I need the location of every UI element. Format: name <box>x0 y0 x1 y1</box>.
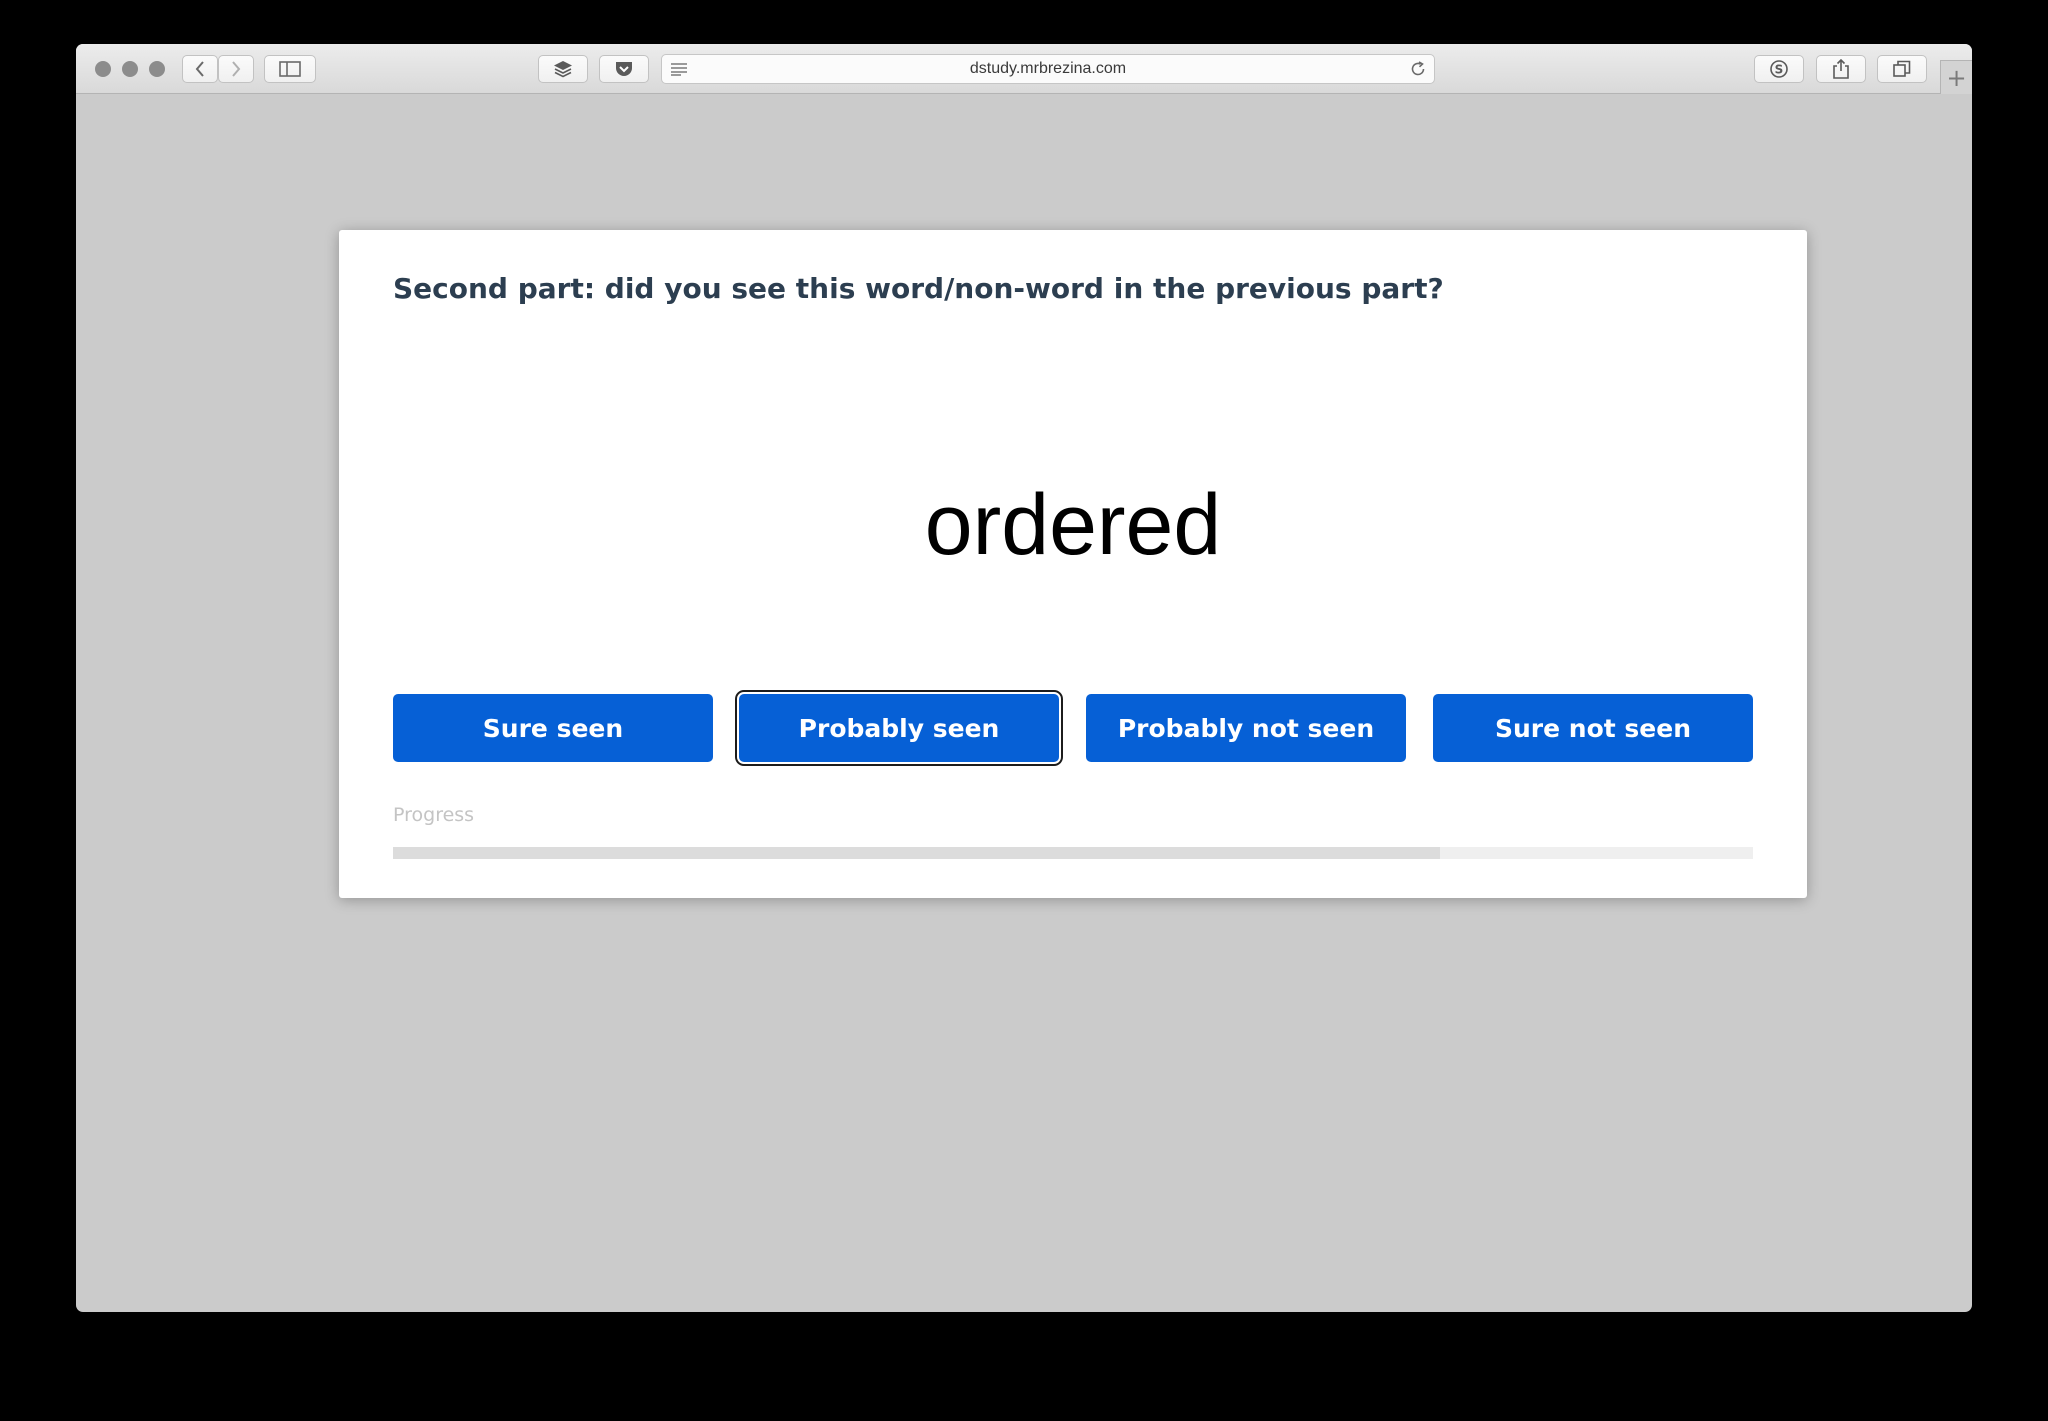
address-bar[interactable]: dstudy.mrbrezina.com <box>661 54 1435 84</box>
share-button[interactable] <box>1816 55 1866 83</box>
back-button[interactable] <box>182 55 218 83</box>
svg-text:S: S <box>1775 63 1784 77</box>
question-title: Second part: did you see this word/non-w… <box>393 272 1444 305</box>
sidebar-button[interactable] <box>264 55 316 83</box>
minimize-window-button[interactable] <box>122 61 138 77</box>
progress-bar <box>393 847 1753 859</box>
browser-window: dstudy.mrbrezina.com S + Second part: di… <box>76 44 1972 1312</box>
back-icon <box>195 61 204 77</box>
layers-icon <box>554 61 572 78</box>
reload-icon[interactable] <box>1410 61 1426 77</box>
pocket-button[interactable] <box>599 55 649 83</box>
url-text: dstudy.mrbrezina.com <box>969 60 1127 77</box>
sure-seen-button[interactable]: Sure seen <box>393 694 713 762</box>
tabs-icon <box>1893 60 1911 77</box>
new-tab-icon: + <box>1946 63 1967 92</box>
probably-not-seen-button[interactable]: Probably not seen <box>1086 694 1406 762</box>
forward-button[interactable] <box>218 55 254 83</box>
skype-icon: S <box>1770 60 1788 78</box>
show-tabs-button[interactable] <box>1877 55 1927 83</box>
stimulus-word: ordered <box>924 477 1222 573</box>
layers-extension-button[interactable] <box>538 55 588 83</box>
forward-icon <box>232 61 241 77</box>
new-tab-button[interactable]: + <box>1940 60 1972 94</box>
probably-seen-button[interactable]: Probably seen <box>735 690 1063 766</box>
sure-not-seen-button[interactable]: Sure not seen <box>1433 694 1753 762</box>
close-window-button[interactable] <box>95 61 111 77</box>
survey-card: Second part: did you see this word/non-w… <box>339 230 1807 898</box>
pocket-icon <box>616 62 632 76</box>
zoom-window-button[interactable] <box>149 61 165 77</box>
share-icon <box>1833 59 1849 79</box>
progress-label: Progress <box>393 804 475 826</box>
browser-toolbar: dstudy.mrbrezina.com S + <box>76 44 1972 94</box>
progress-bar-fill <box>393 847 1441 859</box>
sidebar-icon <box>279 61 301 77</box>
skype-button[interactable]: S <box>1754 55 1804 83</box>
